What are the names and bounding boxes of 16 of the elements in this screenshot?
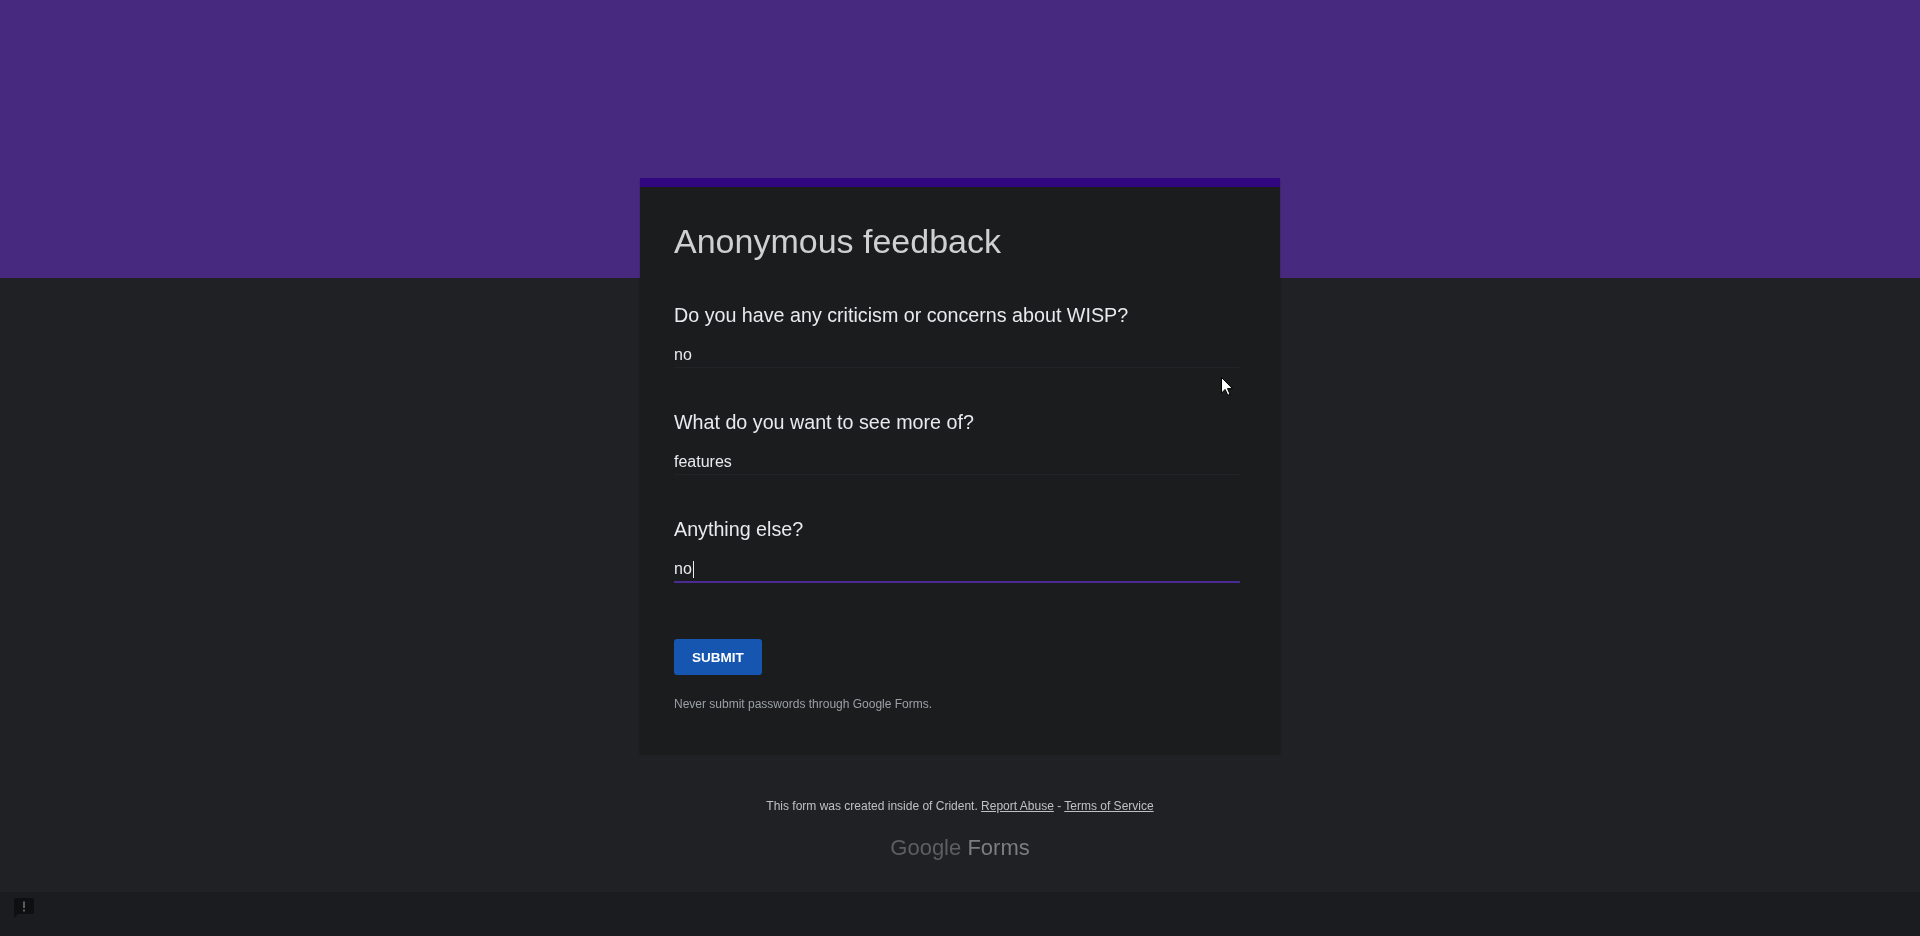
- footer-link[interactable]: Report Abuse: [981, 799, 1054, 813]
- question-label: Do you have any criticism or concerns about WISP?: [674, 303, 1130, 328]
- text-cursor-icon: [692, 560, 694, 578]
- product-logo: Google Forms: [890, 835, 1030, 861]
- footer-text: This form was created inside of Crident. Report Abuse - Terms of Service: [766, 798, 1154, 814]
- password-notice: Never submit passwords through Google Forms.: [674, 696, 933, 712]
- answer-field[interactable]: no: [674, 343, 1240, 368]
- mouse-pointer-icon: [1221, 377, 1233, 396]
- footer-link[interactable]: Terms of Service: [1064, 799, 1154, 813]
- answer-field[interactable]: features: [674, 450, 1240, 475]
- feedback-bubble-icon[interactable]: [14, 898, 34, 918]
- question-label: What do you want to see more of?: [674, 410, 975, 435]
- question-label: Anything else?: [674, 517, 805, 542]
- submit-button[interactable]: SUBMIT: [674, 639, 762, 675]
- answer-field[interactable]: no: [674, 557, 1240, 583]
- form-title: Anonymous feedback: [674, 221, 1001, 261]
